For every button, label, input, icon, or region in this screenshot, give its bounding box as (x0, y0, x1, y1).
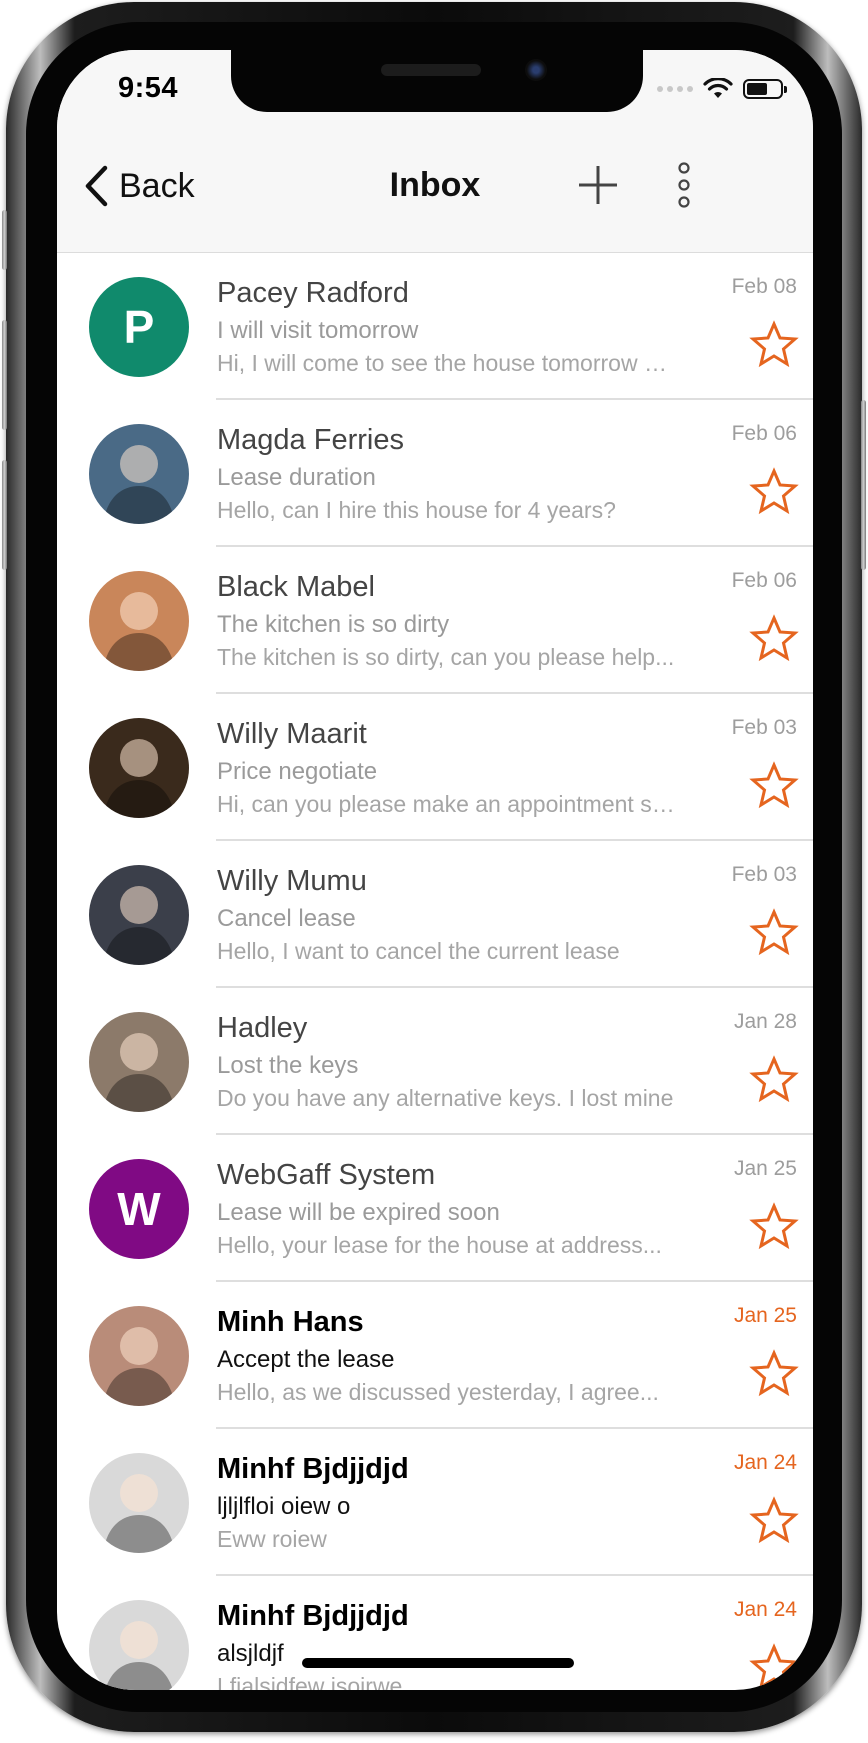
message-date: Feb 03 (731, 863, 797, 886)
plus-icon[interactable] (575, 162, 621, 208)
sender-name: Minhf Bjdjjdjd (217, 1453, 409, 1485)
message-list: P Pacey Radford I will visit tomorrow Hi, I… (57, 253, 813, 1690)
message-preview: Hello, your lease for the house at addre… (217, 1232, 662, 1258)
sender-name: Willy Mumu (217, 865, 367, 897)
star-icon[interactable] (749, 467, 799, 517)
home-indicator[interactable] (302, 1658, 574, 1668)
message-date: Feb 03 (731, 716, 797, 739)
message-date: Jan 24 (733, 1598, 797, 1621)
message-preview: The kitchen is so dirty, can you please … (217, 644, 675, 670)
star-icon[interactable] (749, 1349, 799, 1399)
message-date: Jan 24 (733, 1451, 797, 1474)
sender-name: Black Mabel (217, 571, 375, 603)
star-icon[interactable] (749, 1496, 799, 1546)
volume-down-button (2, 460, 7, 570)
star-icon[interactable] (749, 908, 799, 958)
message-subject: alsjldjf (217, 1640, 284, 1667)
power-button (861, 400, 866, 570)
star-icon[interactable] (749, 614, 799, 664)
message-row[interactable]: Willy Maarit Price negotiate Hi, can you p… (57, 694, 813, 841)
avatar (89, 424, 189, 524)
avatar (89, 718, 189, 818)
message-date: Jan 25 (733, 1157, 797, 1180)
message-row[interactable]: Minhf Bjdjjdjd alsjldjf Lfjalsjdfew jsoirw… (57, 1576, 813, 1690)
star-icon[interactable] (749, 1202, 799, 1252)
navigation-bar: Back Inbox (57, 130, 813, 253)
message-date: Feb 06 (731, 569, 797, 592)
mute-switch (2, 210, 7, 270)
speaker (381, 64, 481, 76)
message-date: Jan 25 (733, 1304, 797, 1327)
sender-name: Willy Maarit (217, 718, 367, 750)
message-date: Jan 28 (733, 1010, 797, 1033)
volume-up-button (2, 320, 7, 430)
message-preview: Hi, I will come to see the house tomorro… (217, 350, 677, 376)
message-row[interactable]: Black Mabel The kitchen is so dirty The ki… (57, 547, 813, 694)
avatar (89, 571, 189, 671)
message-row[interactable]: Magda Ferries Lease duration Hello, can I … (57, 400, 813, 547)
battery-icon (743, 79, 787, 99)
message-subject: Accept the lease (217, 1346, 395, 1373)
message-row[interactable]: P Pacey Radford I will visit tomorrow Hi, I… (57, 253, 813, 400)
message-subject: ljljlfloi oiew o (217, 1493, 351, 1520)
notch (231, 50, 643, 112)
avatar-initial: P (89, 277, 189, 377)
wifi-icon (703, 78, 733, 98)
avatar: P (89, 277, 189, 377)
message-subject: Lost the keys (217, 1052, 359, 1079)
star-icon[interactable] (749, 1055, 799, 1105)
message-row[interactable]: Hadley Lost the keys Do you have any alter… (57, 988, 813, 1135)
message-preview: Eww roiew (217, 1526, 327, 1552)
sender-name: WebGaff System (217, 1159, 436, 1191)
avatar (89, 1453, 189, 1553)
sender-name: Minh Hans (217, 1306, 364, 1338)
signal-icon (657, 86, 693, 92)
message-row[interactable]: Minh Hans Accept the lease Hello, as we di… (57, 1282, 813, 1429)
message-subject: The kitchen is so dirty (217, 611, 450, 638)
avatar (89, 1600, 189, 1690)
star-icon[interactable] (749, 1643, 799, 1690)
vertical-ellipsis-icon[interactable] (669, 160, 699, 210)
sender-name: Magda Ferries (217, 424, 404, 456)
avatar (89, 865, 189, 965)
avatar: W (89, 1159, 189, 1259)
message-subject: Price negotiate (217, 758, 378, 785)
message-preview: Do you have any alternative keys. I lost… (217, 1085, 674, 1111)
avatar (89, 1012, 189, 1112)
page-title: Inbox (389, 166, 481, 204)
message-subject: Cancel lease (217, 905, 356, 932)
star-icon[interactable] (749, 320, 799, 370)
star-icon[interactable] (749, 761, 799, 811)
message-preview: Hi, can you please make an appointment s… (217, 791, 677, 817)
message-subject: Lease duration (217, 464, 376, 491)
message-preview: Lfjalsjdfew jsoirwe (217, 1673, 403, 1690)
status-time: 9:54 (118, 72, 179, 104)
sender-name: Pacey Radford (217, 277, 409, 309)
message-subject: Lease will be expired soon (217, 1199, 500, 1226)
message-row[interactable]: Willy Mumu Cancel lease Hello, I want to c… (57, 841, 813, 988)
sender-name: Minhf Bjdjjdjd (217, 1600, 409, 1632)
message-date: Feb 06 (731, 422, 797, 445)
message-preview: Hello, I want to cancel the current leas… (217, 938, 620, 964)
message-preview: Hello, can I hire this house for 4 years… (217, 497, 616, 523)
message-row[interactable]: W WebGaff System Lease will be expired soo… (57, 1135, 813, 1282)
message-row[interactable]: Minhf Bjdjjdjd ljljlfloi oiew o Eww roiew J… (57, 1429, 813, 1576)
avatar-initial: W (89, 1159, 189, 1259)
sender-name: Hadley (217, 1012, 308, 1044)
screen: 9:54 Back Inbox P Pacey Radford I will v… (57, 50, 813, 1690)
message-subject: I will visit tomorrow (217, 317, 419, 344)
front-camera (525, 59, 547, 81)
message-preview: Hello, as we discussed yesterday, I agre… (217, 1379, 659, 1405)
avatar (89, 1306, 189, 1406)
message-date: Feb 08 (731, 275, 797, 298)
status-icons (657, 78, 787, 100)
